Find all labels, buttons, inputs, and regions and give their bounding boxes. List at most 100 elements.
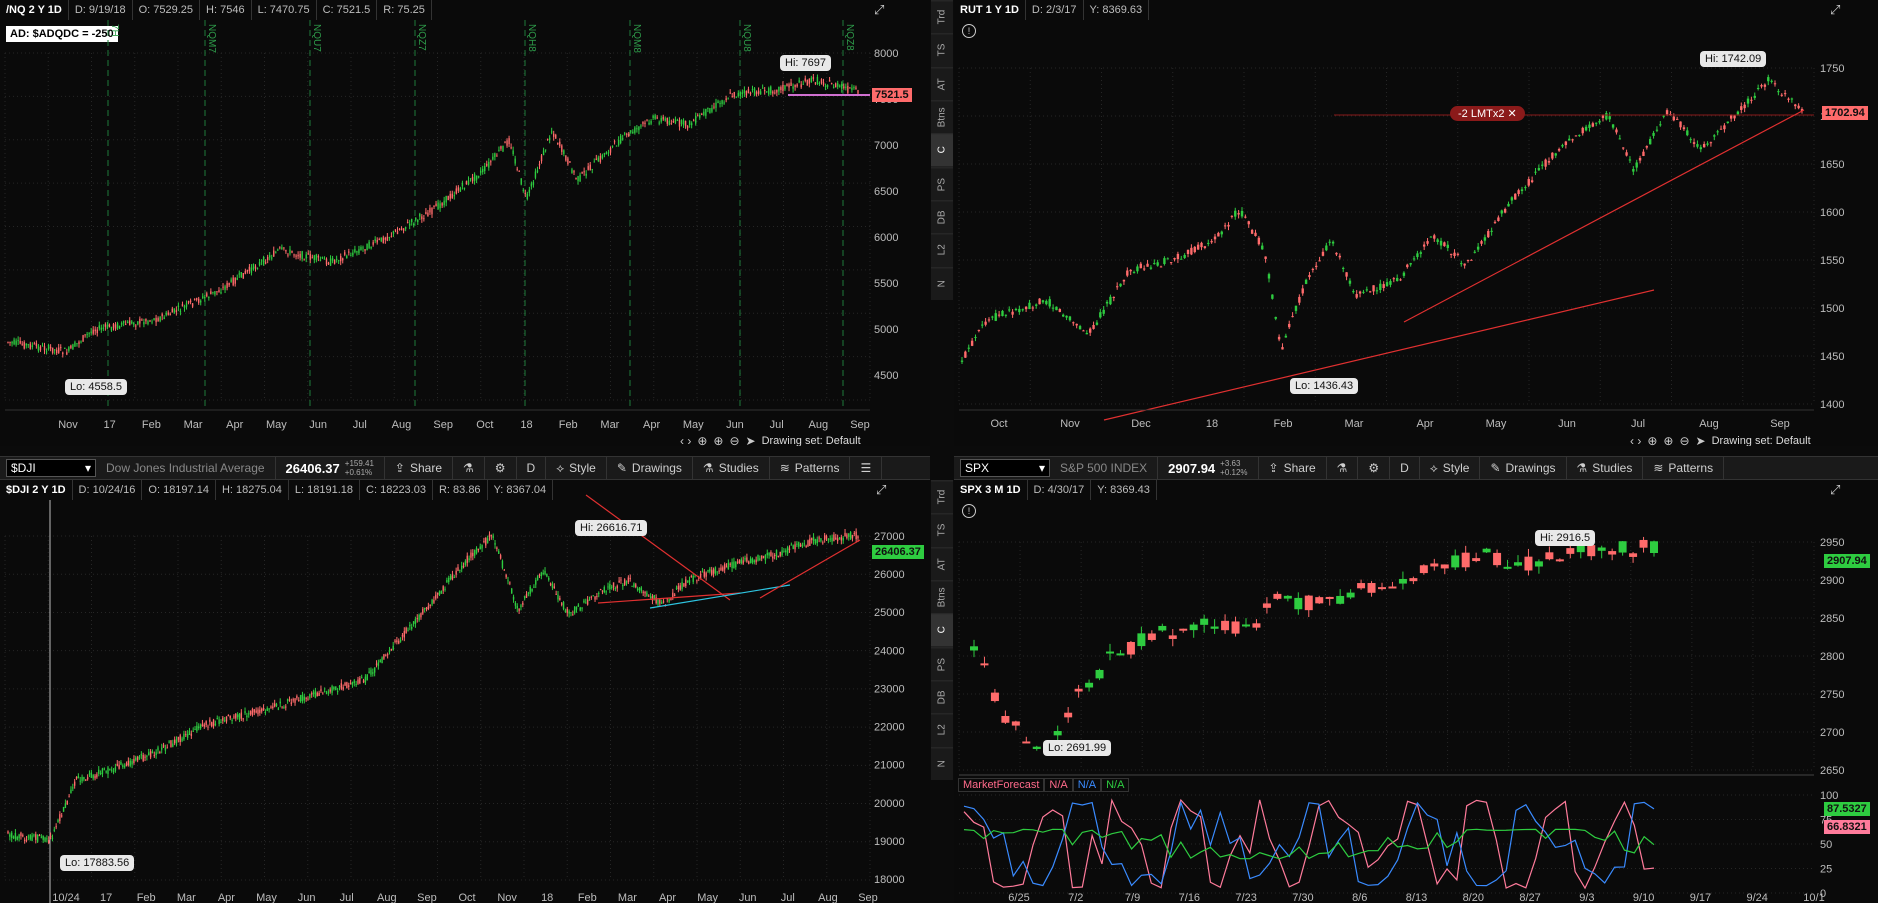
side-tab-l2[interactable]: L2 bbox=[931, 713, 953, 747]
studies-button[interactable]: ⚗ Studies bbox=[1567, 457, 1644, 479]
crosshair-icon[interactable]: ⊕ bbox=[1647, 434, 1657, 446]
share-button[interactable]: ⇪ Share bbox=[385, 457, 454, 479]
candle-body bbox=[17, 340, 19, 342]
order-tag[interactable]: -2 LMTx2 ✕ bbox=[1450, 106, 1525, 121]
candle-body bbox=[1392, 278, 1396, 280]
side-tab-ps[interactable]: PS bbox=[931, 166, 953, 200]
side-tab-at[interactable]: AT bbox=[931, 546, 953, 580]
candle-body bbox=[1436, 239, 1439, 242]
candle-body bbox=[483, 540, 485, 543]
candle-body bbox=[390, 235, 393, 237]
candle-body bbox=[35, 343, 38, 347]
candle-body bbox=[1095, 669, 1104, 679]
candle-body bbox=[705, 108, 707, 116]
side-tab-db[interactable]: DB bbox=[931, 199, 953, 234]
candle-body bbox=[96, 774, 98, 778]
symbol-input[interactable]: $DJI ▾ bbox=[6, 459, 96, 477]
candle-body bbox=[1716, 131, 1719, 133]
x-tick-label: Feb bbox=[137, 892, 156, 903]
candle-body bbox=[678, 120, 681, 127]
chart-panel-rut: RUT 1 Y 1D D: 2/3/17 Y: 8369.63 ! 175017… bbox=[954, 0, 1878, 446]
side-tab-c[interactable]: C bbox=[931, 613, 953, 647]
settings-button[interactable]: ⚙ bbox=[485, 457, 517, 479]
side-tab-ts[interactable]: TS bbox=[931, 513, 953, 547]
candle-body bbox=[506, 140, 508, 146]
patterns-button[interactable]: ≋ Patterns bbox=[770, 457, 851, 479]
side-tab-trd[interactable]: Trd bbox=[931, 480, 953, 514]
period-button[interactable]: D bbox=[1390, 457, 1420, 479]
symbol-input[interactable]: SPX ▾ bbox=[960, 459, 1050, 477]
crosshair-icon[interactable]: ⊕ bbox=[697, 434, 707, 446]
side-tab-trd[interactable]: Trd bbox=[931, 0, 953, 34]
cursor-icon[interactable]: ➤ bbox=[1696, 434, 1706, 446]
candle-body bbox=[1557, 149, 1561, 151]
candle-body bbox=[78, 341, 80, 344]
drawings-button[interactable]: ✎ Drawings bbox=[1480, 457, 1567, 479]
drawing-set-label[interactable]: Drawing set: Default bbox=[1712, 435, 1811, 446]
style-icon: ⟡ bbox=[1429, 460, 1438, 475]
candle-body bbox=[1510, 197, 1514, 201]
side-tab-n[interactable]: N bbox=[931, 746, 953, 780]
candle-body bbox=[392, 231, 395, 234]
style-button[interactable]: ⟡ Style bbox=[546, 457, 607, 479]
spx-price-chart[interactable]: 295029002850280027502700265010075502506/… bbox=[954, 480, 1878, 903]
cursor-icon[interactable]: ➤ bbox=[746, 434, 756, 446]
settings-button[interactable]: ⚙ bbox=[1358, 457, 1391, 479]
zoom-out-icon[interactable]: ⊖ bbox=[1679, 434, 1689, 446]
flask-button[interactable]: ⚗ bbox=[453, 457, 485, 479]
candle-body bbox=[980, 663, 989, 666]
x-tick-label: 18 bbox=[520, 419, 532, 431]
candle-body bbox=[1095, 322, 1099, 325]
expand-icon[interactable]: ⤢ bbox=[1830, 2, 1840, 18]
zoom-out-icon[interactable]: ⊖ bbox=[729, 434, 739, 446]
patterns-button[interactable]: ≋ Patterns bbox=[1643, 457, 1725, 479]
expand-icon[interactable]: ⤢ bbox=[874, 2, 890, 18]
side-tab-n[interactable]: N bbox=[931, 266, 953, 300]
trendline bbox=[759, 539, 861, 599]
style-button[interactable]: ⟡ Style bbox=[1420, 457, 1481, 479]
candle-body bbox=[717, 101, 719, 103]
side-tab-l2[interactable]: L2 bbox=[931, 233, 953, 267]
toolbar-dji: $DJI ▾ Dow Jones Industrial Average 26406… bbox=[0, 456, 930, 480]
study-name[interactable]: MarketForecast bbox=[958, 778, 1045, 792]
x-tick-label: Oct bbox=[476, 419, 493, 431]
side-tab-btns[interactable]: Btns bbox=[931, 579, 953, 614]
scroll-icon[interactable]: ‹ › bbox=[1630, 434, 1641, 446]
candle-body bbox=[440, 590, 443, 594]
dropdown-arrow-icon[interactable]: ▾ bbox=[85, 460, 91, 476]
close-icon[interactable]: ✕ bbox=[1508, 108, 1517, 120]
zoom-in-icon[interactable]: ⊕ bbox=[713, 434, 723, 446]
candle-body bbox=[1632, 168, 1635, 172]
candle-body bbox=[7, 831, 9, 834]
drawing-set-label[interactable]: Drawing set: Default bbox=[762, 435, 861, 446]
side-tab-at[interactable]: AT bbox=[931, 66, 953, 100]
side-tab-db[interactable]: DB bbox=[931, 679, 953, 714]
candle-body bbox=[1193, 246, 1196, 253]
studies-button[interactable]: ⚗ Studies bbox=[693, 457, 770, 479]
menu-button[interactable]: ☰ bbox=[850, 457, 883, 479]
zoom-in-icon[interactable]: ⊕ bbox=[1663, 434, 1673, 446]
expand-icon[interactable]: ⤢ bbox=[876, 482, 886, 498]
dji-price-chart[interactable]: 27000 26000 25000 24000 23000 22000 21000 20000… bbox=[0, 480, 930, 903]
candle-body bbox=[1169, 262, 1173, 264]
candle-body bbox=[1493, 552, 1502, 566]
dropdown-arrow-icon[interactable]: ▾ bbox=[1039, 460, 1045, 476]
side-tab-btns[interactable]: Btns bbox=[931, 99, 953, 134]
candle-body bbox=[1244, 216, 1247, 218]
share-button[interactable]: ⇪ Share bbox=[1259, 457, 1327, 479]
side-tab-ts[interactable]: TS bbox=[931, 33, 953, 67]
period-button[interactable]: D bbox=[517, 457, 547, 479]
side-tab-ps[interactable]: PS bbox=[931, 646, 953, 680]
candle-body bbox=[84, 334, 86, 336]
candle-body bbox=[1153, 263, 1156, 265]
candle-body bbox=[183, 733, 185, 740]
candle-body bbox=[19, 341, 21, 344]
scroll-icon[interactable]: ‹ › bbox=[680, 434, 691, 446]
flask-button[interactable]: ⚗ bbox=[1327, 457, 1359, 479]
candle-body bbox=[677, 585, 680, 590]
candle-body bbox=[364, 676, 367, 683]
side-tab-c[interactable]: C bbox=[931, 133, 953, 167]
drawings-button[interactable]: ✎ Drawings bbox=[607, 457, 693, 479]
candle-body bbox=[694, 576, 696, 578]
expand-icon[interactable]: ⤢ bbox=[1830, 482, 1840, 498]
